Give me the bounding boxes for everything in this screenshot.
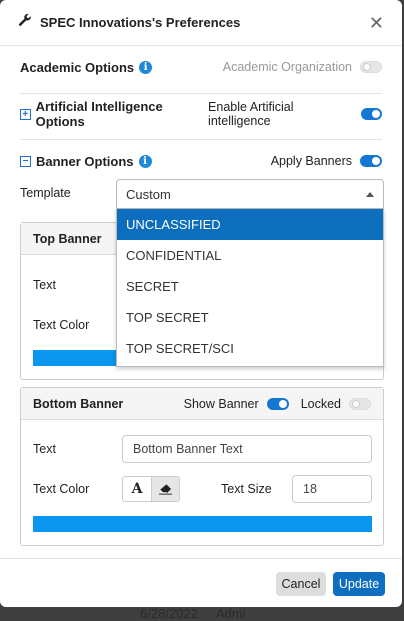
bottom-banner-text-input[interactable]: Bottom Banner Text (122, 435, 372, 463)
divider (20, 93, 382, 94)
divider (20, 139, 382, 140)
show-banner-label: Show Banner (183, 396, 259, 411)
dialog-header: SPEC Innovations's Preferences ✕ (0, 0, 402, 46)
academic-options-row: Academic Options i Academic Organization (20, 58, 382, 76)
bottom-banner-text-label: Text (33, 442, 56, 456)
ai-options-row: + Artificial Intelligence Options Enable… (20, 99, 382, 129)
dialog-title: SPEC Innovations's Preferences (40, 15, 241, 30)
top-banner-color-label: Text Color (33, 318, 90, 332)
ai-options-label[interactable]: Artificial Intelligence Options (36, 99, 208, 129)
bottom-banner-color-label: Text Color (33, 482, 90, 496)
info-icon[interactable]: i (139, 60, 153, 74)
eraser-icon[interactable] (151, 477, 179, 501)
bottom-banner-text-value: Bottom Banner Text (133, 442, 243, 456)
template-option[interactable]: UNCLASSIFIED (117, 209, 383, 240)
text-color-icon[interactable]: A (123, 477, 151, 501)
banner-options-row: − Banner Options i Apply Banners (20, 152, 382, 170)
info-icon[interactable]: i (138, 154, 152, 168)
academic-options-label: Academic Options (20, 59, 135, 75)
footer-divider (0, 558, 402, 559)
update-button[interactable]: Update (333, 572, 385, 596)
close-icon[interactable]: ✕ (369, 14, 384, 32)
bottom-banner-card: Bottom Banner Show Banner Locked Text Bo… (20, 387, 384, 546)
text-size-input[interactable]: 18 (292, 475, 372, 503)
enable-ai-toggle[interactable] (360, 108, 382, 120)
collapse-icon[interactable]: − (20, 155, 31, 167)
text-size-value: 18 (303, 482, 317, 496)
wrench-icon (18, 13, 32, 32)
apply-banners-toggle[interactable] (360, 155, 382, 167)
text-size-label: Text Size (221, 482, 272, 496)
cancel-button[interactable]: Cancel (276, 572, 326, 596)
template-option[interactable]: SECRET (117, 271, 383, 302)
template-option[interactable]: TOP SECRET/SCI (117, 333, 383, 364)
show-banner-toggle[interactable] (266, 397, 289, 410)
template-label: Template (20, 186, 71, 200)
banner-options-label[interactable]: Banner Options (36, 154, 134, 169)
enable-ai-label: Enable Artificial intelligence (208, 100, 294, 128)
bottom-banner-title: Bottom Banner (33, 396, 124, 411)
apply-banners-label: Apply Banners (270, 154, 352, 168)
caret-up-icon (366, 191, 374, 197)
top-banner-title: Top Banner (33, 231, 102, 246)
bottom-banner-header: Bottom Banner Show Banner Locked (21, 388, 383, 420)
top-banner-text-label: Text (33, 278, 56, 292)
template-value: Custom (126, 186, 171, 202)
text-color-buttons: A (122, 476, 180, 502)
template-option[interactable]: TOP SECRET (117, 302, 383, 333)
locked-toggle[interactable] (349, 397, 371, 410)
academic-organization-label: Academic Organization (222, 60, 352, 74)
bottom-banner-color-bar[interactable] (33, 516, 372, 532)
locked-label: Locked (300, 396, 341, 411)
template-select[interactable]: Custom (116, 179, 384, 209)
preferences-dialog: SPEC Innovations's Preferences ✕ Academi… (0, 0, 402, 607)
template-option[interactable]: CONFIDENTIAL (117, 240, 383, 271)
expand-icon[interactable]: + (20, 108, 31, 120)
academic-organization-toggle[interactable] (360, 61, 382, 73)
template-dropdown: UNCLASSIFIED CONFIDENTIAL SECRET TOP SEC… (116, 209, 384, 367)
